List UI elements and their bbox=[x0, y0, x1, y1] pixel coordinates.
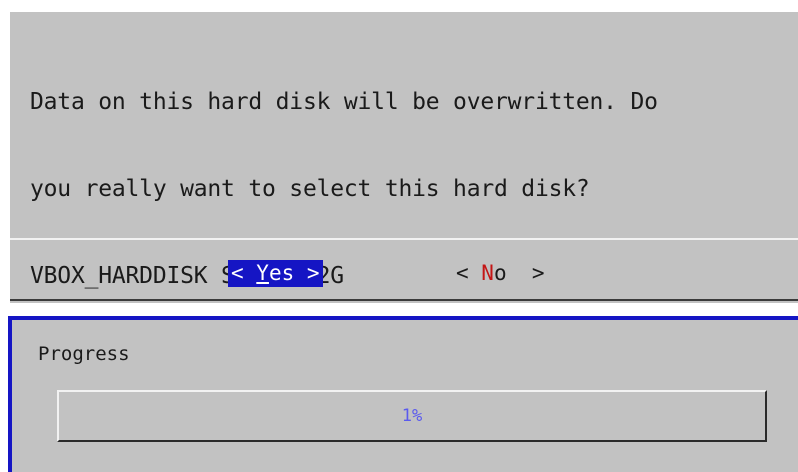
progress-title: Progress bbox=[38, 343, 130, 365]
yes-button-open-bracket: < bbox=[231, 261, 257, 285]
message-line: Data on this hard disk will be overwritt… bbox=[30, 89, 658, 115]
no-button-label-rest: o bbox=[493, 261, 507, 285]
message-line: you really want to select this hard disk… bbox=[30, 176, 590, 202]
progress-window: Progress 1% bbox=[8, 316, 798, 472]
confirm-dialog: Data on this hard disk will be overwritt… bbox=[10, 12, 798, 303]
yes-button-hotkey: Y bbox=[256, 261, 269, 285]
no-button-open-bracket: < bbox=[456, 261, 482, 285]
progress-panel: Progress 1% bbox=[12, 320, 798, 472]
dialog-button-row: < Yes > < No > bbox=[10, 240, 798, 301]
dialog-message: Data on this hard disk will be overwritt… bbox=[30, 30, 798, 349]
progress-bar: 1% bbox=[57, 390, 767, 442]
dialog-bottom-border bbox=[10, 299, 798, 301]
yes-button-label-rest: es bbox=[268, 261, 295, 285]
progress-percent: 1% bbox=[401, 406, 423, 426]
no-button-close-bracket: > bbox=[506, 261, 545, 285]
installer-screen: Data on this hard disk will be overwritt… bbox=[0, 0, 798, 472]
no-button-hotkey: N bbox=[481, 261, 494, 285]
no-button[interactable]: < No > bbox=[456, 260, 545, 287]
yes-button-close-bracket: > bbox=[294, 261, 320, 285]
yes-button[interactable]: < Yes > bbox=[228, 260, 323, 287]
